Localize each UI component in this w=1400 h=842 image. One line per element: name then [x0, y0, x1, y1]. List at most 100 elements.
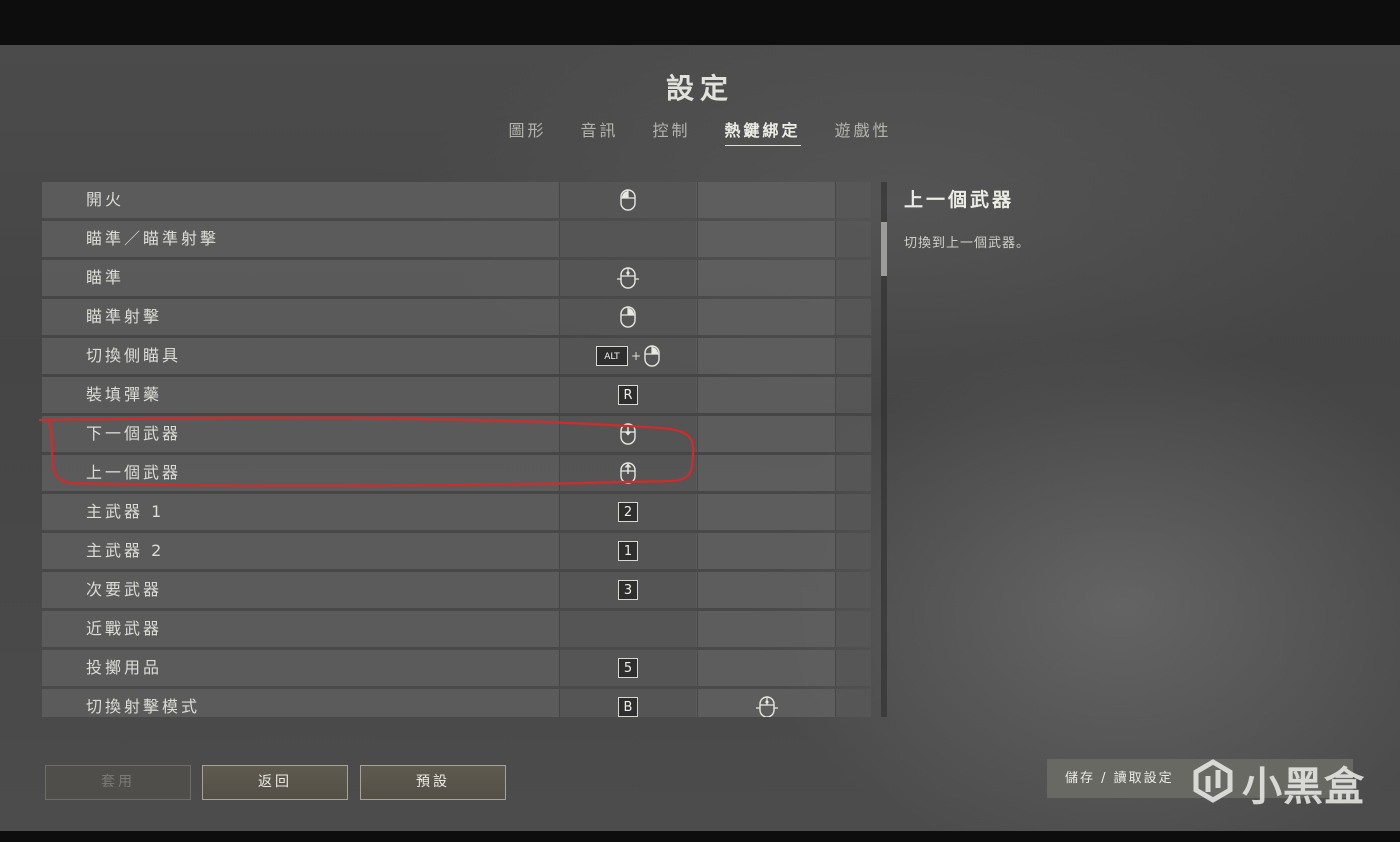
binding-extra-slot [835, 182, 872, 218]
binding-label: 次要武器 [86, 580, 163, 599]
watermark-logo-icon [1190, 758, 1236, 808]
mouse-right-button-hold-icon [755, 696, 778, 717]
binding-label: 瞄準射擊 [86, 307, 163, 326]
keybinding-row[interactable]: 切換射擊模式 B [42, 689, 872, 717]
secondary-binding-slot[interactable] [697, 377, 835, 413]
binding-extra-slot [835, 650, 872, 686]
primary-binding-slot[interactable]: R [559, 377, 696, 413]
default-button[interactable]: 預設 [360, 765, 506, 800]
watermark-text: 小黑盒 [1242, 764, 1365, 810]
keybinding-row[interactable]: 主武器 1 2 [42, 494, 872, 530]
secondary-binding-slot[interactable] [697, 182, 835, 218]
binding-extra-slot [835, 533, 872, 569]
primary-binding-slot[interactable] [559, 182, 696, 218]
primary-binding-slot[interactable] [559, 221, 696, 257]
binding-label: 瞄準／瞄準射擊 [86, 229, 220, 248]
keybinding-list: 開火 瞄準／瞄準射擊 瞄準 瞄準射擊 切換側瞄具 ALT + 裝填彈藥 R 下一… [42, 182, 872, 717]
tab-keybindings[interactable]: 熱鍵綁定 [724, 117, 801, 146]
binding-label: 開火 [86, 190, 125, 209]
secondary-binding-slot[interactable] [697, 260, 835, 296]
binding-label: 投擲用品 [86, 658, 163, 677]
keybinding-row[interactable]: 次要武器 3 [42, 572, 872, 608]
key-cap: 3 [618, 580, 638, 600]
mouse-wheel-up-icon [619, 462, 637, 484]
binding-label: 近戰武器 [86, 619, 163, 638]
tab-controls[interactable]: 控制 [652, 117, 690, 146]
binding-label: 切換側瞄具 [86, 346, 182, 365]
keybinding-row[interactable]: 近戰武器 [42, 611, 872, 647]
description-text: 切換到上一個武器。 [904, 236, 1031, 251]
tab-gameplay[interactable]: 遊戲性 [835, 117, 892, 146]
keybinding-row[interactable]: 主武器 2 1 [42, 533, 872, 569]
secondary-binding-slot[interactable] [697, 494, 835, 530]
keybinding-row-selected[interactable]: 上一個武器 [42, 455, 872, 491]
secondary-binding-slot[interactable] [697, 611, 835, 647]
secondary-binding-slot[interactable] [697, 455, 835, 491]
list-scrollbar[interactable] [881, 182, 887, 717]
primary-binding-slot[interactable]: 5 [559, 650, 696, 686]
mouse-wheel-down-icon [619, 423, 637, 445]
keybinding-row[interactable]: 開火 [42, 182, 872, 218]
primary-binding-slot[interactable] [559, 611, 696, 647]
tab-audio[interactable]: 音訊 [580, 117, 618, 146]
binding-extra-slot [835, 338, 872, 374]
keybinding-row[interactable]: 瞄準射擊 [42, 299, 872, 335]
secondary-binding-slot[interactable] [697, 689, 835, 717]
binding-extra-slot [835, 611, 872, 647]
binding-extra-slot [835, 377, 872, 413]
binding-label: 裝填彈藥 [86, 385, 163, 404]
binding-extra-slot [835, 260, 872, 296]
primary-binding-slot[interactable] [559, 299, 696, 335]
binding-extra-slot [835, 689, 872, 717]
secondary-binding-slot[interactable] [697, 533, 835, 569]
binding-extra-slot [835, 455, 872, 491]
primary-binding-slot[interactable] [559, 416, 696, 452]
keybinding-row[interactable]: 瞄準 [42, 260, 872, 296]
settings-screen: 設定 圖形 音訊 控制 熱鍵綁定 遊戲性 開火 瞄準／瞄準射擊 瞄準 瞄準射擊 … [0, 45, 1400, 831]
secondary-binding-slot[interactable] [697, 416, 835, 452]
keybinding-row[interactable]: 瞄準／瞄準射擊 [42, 221, 872, 257]
page-title: 設定 [665, 72, 734, 105]
primary-binding-slot[interactable]: 3 [559, 572, 696, 608]
key-cap: 1 [618, 541, 638, 561]
key-cap: 2 [618, 502, 638, 522]
secondary-binding-slot[interactable] [697, 299, 835, 335]
secondary-binding-slot[interactable] [697, 572, 835, 608]
secondary-binding-slot[interactable] [697, 650, 835, 686]
plus-sign: + [630, 349, 642, 363]
keybinding-row[interactable]: 切換側瞄具 ALT + [42, 338, 872, 374]
keybinding-row[interactable]: 投擲用品 5 [42, 650, 872, 686]
keybinding-row[interactable]: 裝填彈藥 R [42, 377, 872, 413]
mouse-right-button-hold-icon [617, 267, 639, 289]
primary-binding-slot[interactable]: 1 [559, 533, 696, 569]
primary-binding-slot[interactable]: B [559, 689, 696, 717]
key-cap: R [618, 385, 638, 405]
settings-tabs: 圖形 音訊 控制 熱鍵綁定 遊戲性 [0, 117, 1400, 146]
description-title: 上一個武器 [904, 189, 1015, 211]
primary-binding-slot[interactable]: 2 [559, 494, 696, 530]
secondary-binding-slot[interactable] [697, 338, 835, 374]
mouse-right-button-icon [620, 306, 636, 328]
apply-button[interactable]: 套用 [45, 765, 191, 800]
key-cap: B [618, 697, 638, 717]
binding-label: 上一個武器 [86, 463, 182, 482]
binding-extra-slot [835, 299, 872, 335]
binding-extra-slot [835, 572, 872, 608]
secondary-binding-slot[interactable] [697, 221, 835, 257]
alt-key: ALT [595, 346, 628, 366]
mouse-left-button-icon [620, 189, 636, 211]
binding-extra-slot [835, 494, 872, 530]
keybinding-row[interactable]: 下一個武器 [42, 416, 872, 452]
binding-label: 下一個武器 [86, 424, 182, 443]
binding-label: 主武器 2 [86, 541, 165, 560]
primary-binding-slot[interactable] [559, 260, 696, 296]
binding-extra-slot [835, 416, 872, 452]
tab-graphics[interactable]: 圖形 [508, 117, 546, 146]
binding-label: 主武器 1 [86, 502, 165, 521]
back-button[interactable]: 返回 [202, 765, 348, 800]
primary-binding-slot[interactable] [559, 455, 696, 491]
binding-label: 切換射擊模式 [86, 697, 201, 716]
primary-binding-slot[interactable]: ALT + [559, 338, 696, 374]
binding-label: 瞄準 [86, 268, 125, 287]
scrollbar-thumb[interactable] [881, 222, 887, 276]
